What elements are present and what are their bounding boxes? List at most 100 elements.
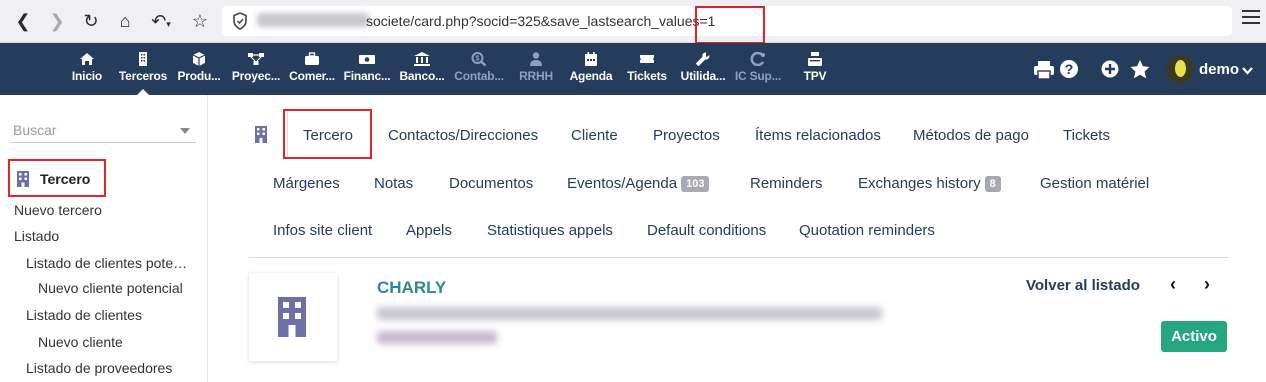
- email-blurred[interactable]: [377, 331, 497, 344]
- back-to-list-link[interactable]: Volver al listado: [1026, 277, 1140, 294]
- chevron-down-icon[interactable]: [180, 128, 190, 134]
- help-icon[interactable]: ?: [1059, 59, 1079, 79]
- tab-items-relacionados[interactable]: Ítems relacionados: [755, 127, 881, 144]
- user-name[interactable]: demo: [1199, 61, 1239, 78]
- tab-proyectos[interactable]: Proyectos: [653, 127, 720, 144]
- sidebar-item-listado-proveedores[interactable]: Listado de proveedores: [26, 360, 172, 376]
- building-icon: [278, 297, 306, 337]
- sidebar-item-listado-clientes-potenciales[interactable]: Listado de clientes pote…: [26, 255, 202, 271]
- count-badge: 8: [984, 176, 1001, 192]
- topnav-tpv[interactable]: TPV: [800, 43, 830, 95]
- star-icon[interactable]: [1130, 60, 1150, 79]
- briefcase-icon: [305, 52, 319, 65]
- tab-tickets[interactable]: Tickets: [1063, 127, 1110, 144]
- tab-documentos[interactable]: Documentos: [449, 175, 533, 192]
- browser-toolbar: ❮ ❯ ↻ ⌂ ↶▾ ☆ societe/card.php?socid=325&…: [0, 0, 1266, 44]
- topnav-proyectos[interactable]: Proyec...: [230, 43, 282, 95]
- topnav-label: TPV: [803, 69, 827, 83]
- topnav-financiera[interactable]: Financ...: [341, 43, 393, 95]
- tab-default-conditions[interactable]: Default conditions: [647, 222, 766, 239]
- topnav-label: Produ...: [177, 69, 221, 83]
- home-icon[interactable]: ⌂: [112, 8, 138, 34]
- undo-icon[interactable]: ↶▾: [145, 8, 177, 34]
- sidebar-item-listado-clientes[interactable]: Listado de clientes: [26, 307, 142, 323]
- address-bar[interactable]: societe/card.php?socid=325&save_lastsear…: [222, 6, 1232, 44]
- chevron-down-icon[interactable]: [1242, 67, 1253, 75]
- tab-appels[interactable]: Appels: [406, 222, 452, 239]
- sidebar-item-listado[interactable]: Listado: [14, 228, 59, 244]
- topnav-label: Banco...: [399, 69, 445, 83]
- company-logo[interactable]: [249, 273, 337, 361]
- left-sidebar: Buscar Tercero Nuevo tercero Listado Lis…: [0, 95, 208, 382]
- cash-register-icon: [808, 52, 822, 66]
- topnav-comercial[interactable]: Comer...: [286, 43, 338, 95]
- sidebar-title-label: Tercero: [40, 171, 91, 187]
- tab-quotation-reminders[interactable]: Quotation reminders: [799, 222, 935, 239]
- address-blurred: [377, 307, 882, 320]
- sidebar-title[interactable]: Tercero: [8, 159, 106, 197]
- tab-margenes[interactable]: Márgenes: [273, 175, 340, 192]
- print-icon[interactable]: [1034, 61, 1054, 79]
- tab-notas[interactable]: Notas: [374, 175, 413, 192]
- url-highlight-box: [695, 6, 765, 44]
- url-host-blurred: [257, 13, 369, 27]
- home-icon: [80, 53, 94, 65]
- tab-metodos-pago[interactable]: Métodos de pago: [913, 127, 1029, 144]
- reload-icon[interactable]: ↻: [78, 8, 104, 34]
- next-arrow-icon[interactable]: ›: [1204, 274, 1210, 295]
- tab-infos-site-client[interactable]: Infos site client: [273, 222, 372, 239]
- bank-icon: [414, 52, 430, 66]
- tab-label: Exchanges history: [858, 175, 981, 192]
- top-navigation: Inicio Terceros Produ... Proyec... Comer…: [0, 43, 1266, 95]
- tab-gestion-materiel[interactable]: Gestion matériel: [1040, 175, 1149, 192]
- topnav-label: Utilida...: [680, 69, 726, 83]
- shield-icon: [233, 12, 247, 30]
- tab-exchanges-history[interactable]: Exchanges history 8: [858, 175, 1001, 192]
- topnav-label: RRHH: [519, 69, 553, 83]
- menu-icon[interactable]: [1242, 10, 1260, 26]
- topnav-label: Tickets: [627, 69, 667, 83]
- building-icon: [139, 52, 147, 66]
- topnav-tickets[interactable]: Tickets: [626, 43, 668, 95]
- tab-statistiques-appels[interactable]: Statistiques appels: [487, 222, 613, 239]
- support-icon: [750, 52, 765, 66]
- building-icon: [17, 171, 29, 187]
- sidebar-item-nuevo-cliente[interactable]: Nuevo cliente: [38, 334, 123, 350]
- topnav-contabilidad[interactable]: $ Contab...: [452, 43, 506, 95]
- previous-arrow-icon[interactable]: ‹: [1170, 274, 1176, 295]
- topnav-productos[interactable]: Produ...: [173, 43, 225, 95]
- tab-eventos-agenda[interactable]: Eventos/Agenda 103: [567, 175, 710, 192]
- back-arrow-icon[interactable]: ❮: [10, 8, 36, 34]
- star-icon[interactable]: ☆: [187, 8, 213, 34]
- forward-arrow-icon[interactable]: ❯: [44, 8, 70, 34]
- topnav-label: Proyec...: [231, 69, 281, 83]
- tab-cliente[interactable]: Cliente: [571, 127, 618, 144]
- topnav-rrhh[interactable]: RRHH: [516, 43, 556, 95]
- svg-text:?: ?: [1065, 61, 1074, 77]
- topnav-label: Agenda: [569, 69, 613, 83]
- user-tie-icon: [530, 52, 542, 66]
- url-text: societe/card.php?socid=325&save_lastsear…: [366, 13, 716, 29]
- sidebar-item-nuevo-tercero[interactable]: Nuevo tercero: [14, 202, 102, 218]
- topnav-terceros[interactable]: Terceros: [116, 43, 170, 95]
- topnav-utilidades[interactable]: Utilida...: [677, 43, 729, 95]
- calendar-icon: [585, 52, 597, 66]
- svg-text:$: $: [476, 56, 480, 63]
- plus-icon[interactable]: [1101, 60, 1119, 78]
- building-icon: [255, 126, 267, 143]
- avatar[interactable]: [1166, 55, 1194, 83]
- topnav-ic-support[interactable]: IC Sup...: [732, 43, 784, 95]
- tab-contactos[interactable]: Contactos/Direcciones: [388, 127, 538, 144]
- sidebar-item-nuevo-cliente-potencial[interactable]: Nuevo cliente potencial: [38, 280, 183, 296]
- company-name: CHARLY: [377, 278, 447, 297]
- search-input[interactable]: Buscar: [10, 117, 196, 143]
- topnav-bancos[interactable]: Banco...: [397, 43, 447, 95]
- count-badge: 103: [681, 176, 710, 192]
- topnav-label: Terceros: [118, 69, 168, 83]
- cube-icon: [192, 52, 206, 66]
- tab-tercero[interactable]: Tercero: [303, 127, 353, 144]
- topnav-inicio[interactable]: Inicio: [70, 43, 104, 95]
- topnav-agenda[interactable]: Agenda: [568, 43, 614, 95]
- topnav-label: Comer...: [289, 69, 335, 83]
- tab-reminders[interactable]: Reminders: [750, 175, 823, 192]
